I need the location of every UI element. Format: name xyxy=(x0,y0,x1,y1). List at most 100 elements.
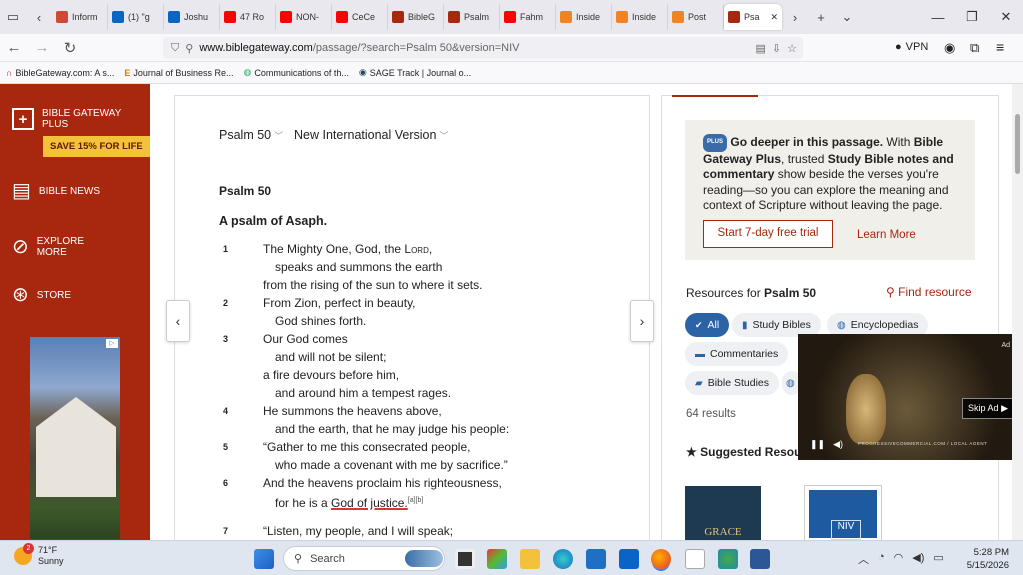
page-scrollbar[interactable] xyxy=(1012,84,1023,540)
bible-news-link[interactable]: ▤ BIBLE NEWS xyxy=(12,181,100,201)
firefox-icon[interactable] xyxy=(651,549,671,569)
word-icon[interactable] xyxy=(750,549,770,569)
pause-icon[interactable]: ❚❚ xyxy=(810,439,825,450)
shield-icon[interactable]: ⛉ xyxy=(171,42,179,55)
bookmark-communications[interactable]: ◍ Communications of th... xyxy=(243,67,348,78)
tab-favicon-icon xyxy=(168,11,180,23)
scrollbar-thumb[interactable] xyxy=(1015,114,1020,174)
book-cover-grace[interactable]: GRACE xyxy=(685,486,761,542)
wifi-icon[interactable]: ◠ xyxy=(894,551,904,567)
outlook-icon[interactable] xyxy=(619,549,639,569)
promo-text: , trusted xyxy=(781,151,828,166)
browser-tab[interactable]: Post xyxy=(668,4,724,30)
temperature: 71°F xyxy=(38,545,58,555)
start-trial-button[interactable]: Start 7-day free trial xyxy=(703,220,833,248)
reader-view-icon[interactable]: ▤ xyxy=(756,42,766,55)
previous-chapter-button[interactable]: ‹ xyxy=(166,300,190,342)
extensions-icon[interactable]: ⧉ xyxy=(970,40,979,56)
verse-number[interactable]: 7 xyxy=(223,522,228,540)
widgets-icon[interactable] xyxy=(487,549,507,569)
book-cover-niv[interactable]: NIV xyxy=(804,485,882,543)
file-explorer-icon[interactable] xyxy=(520,549,540,569)
learn-more-link[interactable]: Learn More xyxy=(857,228,916,244)
account-icon[interactable]: ◉ xyxy=(944,40,955,56)
search-highlight-image xyxy=(405,550,443,567)
footnote-link[interactable]: [a][b] xyxy=(408,497,424,504)
store-app-icon[interactable] xyxy=(586,549,606,569)
browser-tab[interactable]: Psalm xyxy=(444,4,500,30)
browser-tab[interactable]: 47 Ro xyxy=(220,4,276,30)
battery-icon[interactable]: ▭ xyxy=(933,551,943,567)
close-tab-icon[interactable]: ✕ xyxy=(770,12,778,23)
bookmark-biblegateway[interactable]: ∩ BibleGateway.com: A s... xyxy=(6,68,114,78)
bookmark-label: Communications of th... xyxy=(254,67,349,78)
skip-ad-button[interactable]: Skip Ad ▶ xyxy=(962,398,1014,419)
address-bar[interactable]: ⛉ ⚲ www.biblegateway.com/passage/?search… xyxy=(163,37,803,59)
video-ad[interactable]: Ad Skip Ad ▶ PROGRESSIVECOMMERCIAL.COM /… xyxy=(798,334,1014,460)
bible-gateway-plus-link[interactable]: + BIBLE GATEWAY PLUS xyxy=(12,108,127,130)
save-badge[interactable]: SAVE 15% FOR LIFE xyxy=(43,136,150,157)
store-link[interactable]: ⊛ STORE xyxy=(12,285,71,305)
windows-start-icon[interactable] xyxy=(254,549,274,569)
tab-label: Fahm xyxy=(520,12,544,22)
adchoices-icon[interactable]: ▷ xyxy=(106,339,118,348)
verse-number[interactable]: 5 xyxy=(223,438,228,456)
verse-number[interactable]: 6 xyxy=(223,474,228,492)
verse-number[interactable]: 1 xyxy=(223,240,228,258)
verse-number[interactable]: 4 xyxy=(223,402,228,420)
weather-widget[interactable]: 2 71°F Sunny xyxy=(14,543,64,567)
save-to-pocket-icon[interactable]: ⇩ xyxy=(772,42,781,55)
bookmark-star-icon[interactable]: ☆ xyxy=(787,42,797,55)
restore-icon[interactable]: ❐ xyxy=(955,0,989,34)
filter-chip-commentaries[interactable]: ▬ Commentaries xyxy=(685,342,789,366)
house-ad-image[interactable]: ▷ xyxy=(30,337,120,539)
browser-tab[interactable]: Fahm xyxy=(500,4,556,30)
reload-icon[interactable]: ↻ xyxy=(56,34,84,62)
browser-tab[interactable]: Inform xyxy=(52,4,108,30)
app-icon[interactable] xyxy=(718,549,738,569)
browser-tab[interactable]: BibleG xyxy=(388,4,444,30)
tab-overview-icon[interactable]: ▭ xyxy=(0,4,26,30)
browser-tab[interactable]: Psa ✕ xyxy=(724,4,782,30)
browser-tab[interactable]: CeCe xyxy=(332,4,388,30)
chevron-up-icon[interactable]: ︿ xyxy=(858,551,869,567)
url-text[interactable]: www.biblegateway.com/passage/?search=Psa… xyxy=(199,42,519,54)
verse-line: speaks and summons the earth xyxy=(275,260,443,274)
verse-number[interactable]: 3 xyxy=(223,330,228,348)
version-select[interactable]: New International Version ﹀ xyxy=(294,128,448,142)
menu-icon[interactable]: ≡ xyxy=(996,39,1004,55)
new-tab-icon[interactable]: + xyxy=(808,4,834,30)
next-chapter-button[interactable]: › xyxy=(630,300,654,342)
back-icon[interactable]: ← xyxy=(0,34,28,62)
tab-list-icon[interactable]: ⌄ xyxy=(834,4,860,30)
browser-tab[interactable]: Inside xyxy=(556,4,612,30)
bookmark-sage-track[interactable]: ◉ SAGE Track | Journal o... xyxy=(359,67,471,78)
spellcheck-underlined-text[interactable]: God of justice. xyxy=(331,496,408,510)
browser-tab[interactable]: Joshu xyxy=(164,4,220,30)
tab-scroll-right-icon[interactable]: › xyxy=(782,4,808,30)
plus-badge: PLUS xyxy=(703,134,728,152)
volume-icon[interactable]: ◀) xyxy=(833,439,843,450)
notepad-icon[interactable] xyxy=(685,549,705,569)
tab-scroll-left-icon[interactable]: ‹ xyxy=(26,4,52,30)
forward-icon[interactable]: → xyxy=(28,34,56,62)
notification-icon[interactable]: ◔ xyxy=(878,551,885,567)
browser-tab[interactable]: (1) "g xyxy=(108,4,164,30)
browser-tab[interactable]: Inside xyxy=(612,4,668,30)
book-select[interactable]: Psalm 50 ﹀ xyxy=(219,128,283,142)
vpn-button[interactable]: ● VPN xyxy=(895,41,928,53)
close-window-icon[interactable]: ✕ xyxy=(989,0,1023,34)
edge-icon[interactable] xyxy=(553,549,573,569)
clock[interactable]: 5:28 PM 5/15/2026 xyxy=(967,546,1009,572)
explore-more-link[interactable]: ⊘ EXPLORE MORE xyxy=(12,236,87,258)
filter-chip-all[interactable]: ✔ All xyxy=(685,313,730,337)
browser-tab[interactable]: NON- xyxy=(276,4,332,30)
task-view-icon[interactable] xyxy=(455,549,475,569)
filter-chip-bible-studies[interactable]: ▰ Bible Studies xyxy=(685,371,779,395)
minimize-icon[interactable]: — xyxy=(921,0,955,34)
bookmark-journal-business[interactable]: E Journal of Business Re... xyxy=(124,68,233,78)
volume-icon[interactable]: ◀) xyxy=(912,551,924,567)
permissions-icon[interactable]: ⚲ xyxy=(185,42,193,55)
find-resource-link[interactable]: ⚲ Find resource xyxy=(886,285,972,299)
verse-number[interactable]: 2 xyxy=(223,294,228,312)
